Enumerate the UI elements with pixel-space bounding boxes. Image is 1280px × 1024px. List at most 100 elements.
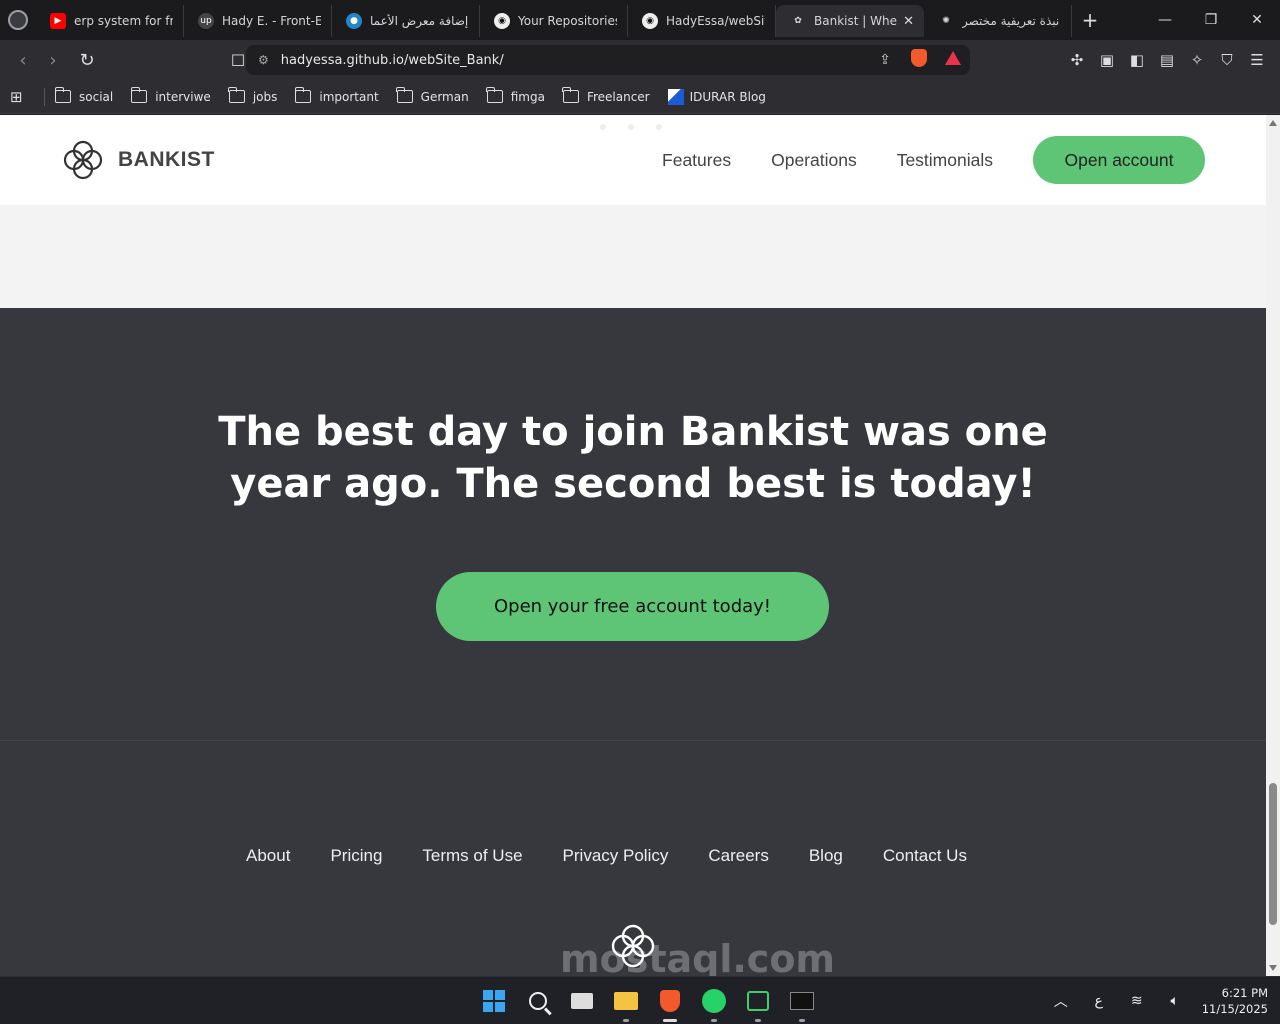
signup-heading-line: The best day to join Bankist was one [218, 409, 1048, 455]
footer-link-about[interactable]: About [246, 846, 290, 866]
extensions-icon[interactable]: ✣ [1062, 51, 1092, 69]
bookmark-separator [44, 87, 45, 106]
share-icon[interactable]: ⇪ [868, 52, 902, 68]
start-button[interactable] [472, 985, 516, 1017]
folder-icon [228, 87, 245, 103]
reader-mode-icon[interactable]: ▣ [1092, 51, 1122, 69]
bookmark-fimga[interactable]: fimga [486, 87, 545, 104]
tab-title: erp system for fron [74, 14, 173, 28]
page-viewport: BANKIST Features Operations Testimonials… [0, 115, 1266, 976]
bookmark-important[interactable]: important [294, 87, 379, 104]
terminal-button[interactable] [780, 985, 824, 1022]
minimize-icon[interactable]: — [1142, 0, 1188, 40]
page-scrollbar[interactable] [1266, 115, 1280, 976]
site-info-icon[interactable]: ⚙ [258, 53, 269, 67]
mostaql-watermark: mostaql.com [560, 937, 836, 976]
chevron-up-icon[interactable]: ︿ [1042, 991, 1080, 1011]
tab-website-repo[interactable]: ◉ HadyEssa/webSite [628, 5, 776, 37]
close-window-icon[interactable]: ✕ [1234, 0, 1280, 40]
reload-icon[interactable]: ↻ [72, 50, 102, 71]
clock[interactable]: 6:21 PM 11/15/2025 [1202, 985, 1268, 1017]
footer-link-blog[interactable]: Blog [809, 846, 843, 866]
tab-upwork[interactable]: up Hady E. - Front-End [184, 5, 332, 37]
bookmarks-bar: ⊞ social interviwe jobs important German… [0, 80, 1280, 114]
site-logo[interactable]: BANKIST [60, 137, 215, 183]
wifi-icon[interactable]: ≋ [1118, 993, 1156, 1009]
brave-icon [660, 990, 680, 1012]
url-text[interactable]: hadyessa.github.io/webSite_Bank/ [281, 53, 868, 68]
github-icon: ◉ [642, 13, 658, 29]
terminal-icon [790, 992, 814, 1010]
whatsapp-button[interactable] [692, 985, 736, 1022]
signup-heading-line: year ago. The second best is today! [230, 461, 1036, 507]
app-button[interactable] [736, 985, 780, 1022]
tab-erp[interactable]: ▶ erp system for fron [36, 5, 184, 37]
window-controls: — ❐ ✕ [1142, 0, 1280, 40]
brave-rewards-icon[interactable] [936, 51, 970, 69]
tab-title: Hady E. - Front-End [222, 14, 321, 28]
apps-grid-icon[interactable]: ⊞ [10, 88, 40, 106]
vpn-icon[interactable]: ⛉ [1212, 51, 1242, 69]
new-tab-button[interactable]: + [1072, 8, 1108, 32]
tab-chatgpt[interactable]: ✺ نبذة تعريفية مختصر [924, 5, 1072, 37]
bookmark-jobs[interactable]: jobs [228, 87, 278, 104]
scrollbar-thumb[interactable] [1269, 783, 1277, 925]
forward-icon[interactable]: › [38, 50, 68, 71]
windows-logo-icon [483, 990, 505, 1012]
taskbar-search[interactable] [516, 985, 560, 1017]
footer-nav: About Pricing Terms of Use Privacy Polic… [246, 846, 1007, 866]
open-account-button[interactable]: Open account [1033, 136, 1205, 184]
folder-icon [396, 87, 413, 103]
bookmark-social[interactable]: social [54, 87, 113, 104]
leo-ai-icon[interactable]: ✧ [1182, 51, 1212, 69]
menu-icon[interactable]: ☰ [1242, 51, 1272, 69]
bookmark-interviwe[interactable]: interviwe [130, 87, 211, 104]
back-icon[interactable]: ‹ [8, 50, 38, 71]
nav-link-operations[interactable]: Operations [771, 150, 857, 171]
close-tab-icon[interactable]: ✕ [903, 14, 914, 29]
tab-title: إضافة معرض الأعما [370, 14, 469, 28]
bookmark-icon[interactable]: ☐ [228, 51, 248, 70]
bankist-icon: ✿ [794, 16, 802, 26]
signup-heading: The best day to join Bankist was one yea… [0, 406, 1266, 510]
footer-link-careers[interactable]: Careers [708, 846, 768, 866]
footer-link-privacy[interactable]: Privacy Policy [563, 846, 669, 866]
file-explorer-button[interactable] [604, 985, 648, 1022]
tab-repositories[interactable]: ◉ Your Repositories [480, 5, 628, 37]
youtube-icon: ▶ [50, 13, 66, 29]
wallet-icon[interactable]: ▤ [1152, 51, 1182, 69]
bookmark-freelancer[interactable]: Freelancer [562, 87, 650, 104]
clock-time: 6:21 PM [1221, 986, 1268, 1000]
bookmark-label: important [319, 89, 379, 104]
nav-link-features[interactable]: Features [662, 150, 731, 171]
scroll-up-icon[interactable] [1269, 120, 1277, 126]
tab-title: Your Repositories [518, 14, 617, 28]
brave-shields-icon[interactable] [902, 49, 936, 71]
scroll-down-icon[interactable] [1269, 965, 1277, 971]
volume-icon[interactable]: 🔈︎ [1156, 993, 1194, 1009]
folder-icon [54, 87, 71, 103]
restore-icon[interactable]: ❐ [1188, 0, 1234, 40]
open-free-account-button[interactable]: Open your free account today! [436, 572, 829, 641]
nav-link-testimonials[interactable]: Testimonials [897, 150, 993, 171]
tab-search-button[interactable] [0, 0, 36, 40]
whatsapp-icon [702, 989, 726, 1013]
footer-link-pricing[interactable]: Pricing [330, 846, 382, 866]
site-header: BANKIST Features Operations Testimonials… [0, 115, 1266, 205]
sidebar-icon[interactable]: ◧ [1122, 51, 1152, 69]
toolbar-right: ✣ ▣ ◧ ▤ ✧ ⛉ ☰ [1062, 40, 1272, 80]
bookmark-german[interactable]: German [396, 87, 469, 104]
footer-link-terms[interactable]: Terms of Use [422, 846, 522, 866]
task-view-button[interactable] [560, 985, 604, 1017]
search-icon [529, 992, 547, 1010]
address-bar[interactable]: ⚙ hadyessa.github.io/webSite_Bank/ ⇪ [246, 45, 970, 75]
tab-bankist[interactable]: ✿ Bankist | When ✕ [776, 5, 924, 37]
brave-browser-button[interactable] [648, 985, 692, 1022]
signup-section: The best day to join Bankist was one yea… [0, 308, 1266, 741]
main-nav: Features Operations Testimonials Open ac… [662, 136, 1205, 184]
footer-link-contact[interactable]: Contact Us [883, 846, 967, 866]
bookmark-idurar-blog[interactable]: IDURAR Blog [667, 88, 766, 105]
tab-mostaql[interactable]: ● إضافة معرض الأعما [332, 5, 480, 37]
bookmark-label: jobs [252, 89, 278, 104]
input-language[interactable]: ع [1080, 993, 1118, 1009]
